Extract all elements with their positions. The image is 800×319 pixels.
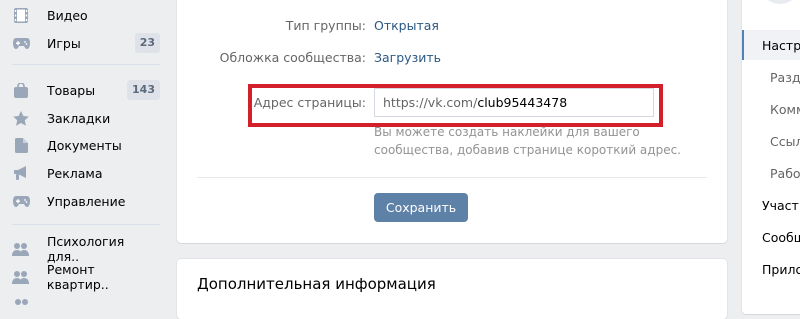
sidebar-item-bookmarks[interactable]: Закладки	[8, 105, 160, 131]
sidebar-item-goods[interactable]: Товары 143	[8, 77, 160, 103]
sidebar-item-group-repair[interactable]: Ремонт квартир..	[8, 262, 160, 292]
additional-info-title: Дополнительная информация	[197, 275, 436, 293]
cover-upload-link[interactable]: Загрузить	[374, 50, 441, 65]
left-sidebar: Видео Игры 23 Товары 143 Закладки Докуме…	[0, 0, 170, 305]
avatar	[760, 0, 800, 4]
menu-item-work[interactable]: Рабо	[770, 166, 800, 181]
address-prefix: https://vk.com/	[383, 95, 478, 110]
bag-icon	[12, 82, 30, 98]
sidebar-item-games[interactable]: Игры 23	[8, 30, 160, 56]
sidebar-item-label: Закладки	[47, 110, 111, 126]
sidebar-item-label: Игры	[47, 35, 81, 51]
menu-item-members[interactable]: Участ	[762, 198, 799, 213]
sidebar-divider	[12, 64, 160, 65]
sidebar-item-group-psychology[interactable]: Психология для..	[8, 234, 160, 264]
menu-item-links[interactable]: Ссыл	[770, 134, 800, 149]
people-icon	[12, 297, 30, 313]
group-type-label: Тип группы:	[285, 18, 366, 33]
film-icon	[12, 7, 30, 23]
gamepad-icon	[12, 35, 30, 51]
count-badge: 23	[134, 33, 160, 53]
sidebar-item-label: Ремонт квартир..	[46, 262, 109, 292]
sidebar-divider	[12, 224, 160, 225]
active-item-indicator	[742, 30, 744, 60]
save-button[interactable]: Сохранить	[374, 193, 468, 222]
sidebar-item-documents[interactable]: Документы	[8, 132, 160, 158]
menu-item-messages[interactable]: Сообщ	[762, 230, 800, 245]
right-settings-menu: Настр Разд Комм Ссыл Рабо Участ Сообщ Пр…	[742, 0, 800, 314]
document-icon	[12, 137, 30, 153]
menu-item-sections[interactable]: Разд	[770, 70, 800, 85]
menu-item-apps[interactable]: Прило	[762, 262, 800, 277]
address-value[interactable]: club95443478	[477, 95, 567, 110]
sidebar-item-video[interactable]: Видео	[8, 2, 160, 28]
gamepad-icon	[12, 193, 30, 209]
sidebar-item-label: Реклама	[47, 165, 103, 181]
additional-info-card: Дополнительная информация	[177, 259, 727, 319]
address-label: Адрес страницы:	[253, 95, 366, 110]
menu-item-comments[interactable]: Комм	[770, 102, 800, 117]
star-icon	[12, 110, 30, 126]
sidebar-item-management[interactable]: Управление	[8, 188, 160, 214]
sidebar-item-label: Управление	[47, 193, 126, 209]
sidebar-item-ads[interactable]: Реклама	[8, 160, 160, 186]
sidebar-item-label: Видео	[47, 7, 88, 23]
sidebar-item-label: Психология для..	[46, 234, 125, 264]
menu-item-settings[interactable]: Настр	[762, 38, 800, 53]
address-field[interactable]: https://vk.com/club95443478	[374, 88, 654, 117]
people-icon	[12, 269, 30, 285]
section-divider	[197, 177, 707, 178]
sidebar-item-label: Товары	[47, 82, 96, 98]
sidebar-item-partial[interactable]	[8, 292, 160, 318]
count-badge: 143	[127, 80, 160, 100]
sidebar-item-label: Документы	[47, 137, 122, 153]
cover-label: Обложка сообщества:	[219, 50, 366, 65]
address-hint: Вы можете создать наклейки для вашего со…	[374, 125, 681, 157]
group-type-link[interactable]: Открытая	[374, 18, 439, 33]
people-icon	[12, 241, 30, 257]
megaphone-icon	[12, 165, 30, 181]
